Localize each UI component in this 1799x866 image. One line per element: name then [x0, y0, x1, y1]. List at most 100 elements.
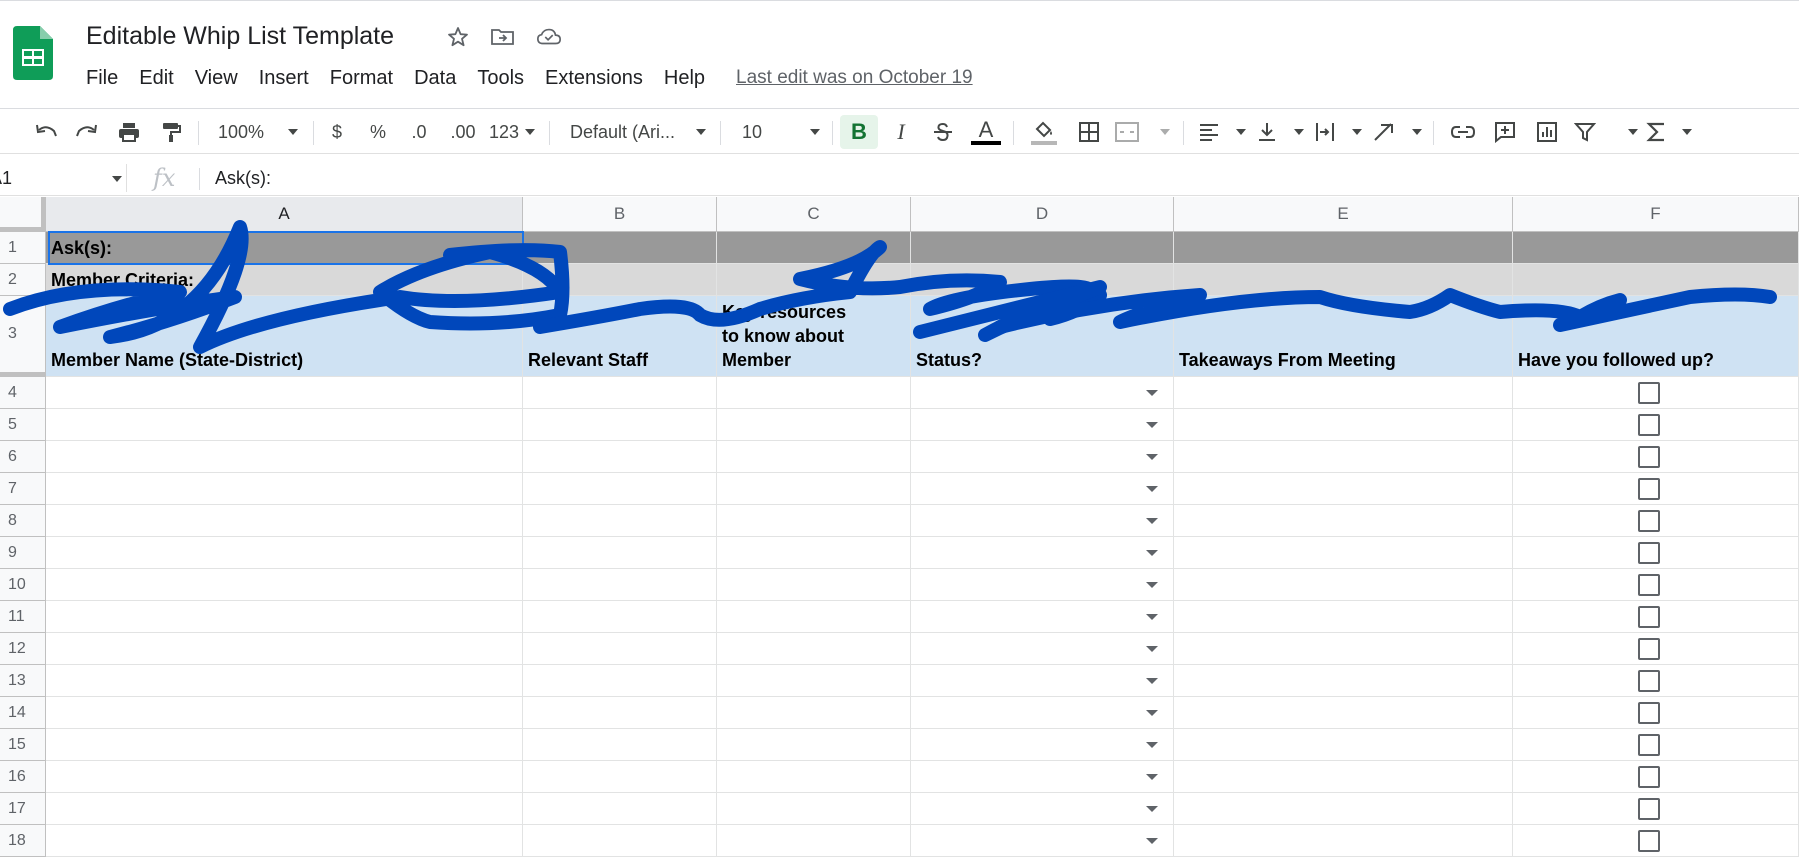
cell-b8[interactable]	[523, 505, 717, 537]
status-dropdown-icon[interactable]	[1146, 518, 1158, 524]
row-header-18[interactable]: 18	[0, 825, 46, 857]
cell-b15[interactable]	[523, 729, 717, 761]
cell-b5[interactable]	[523, 409, 717, 441]
paint-format-icon[interactable]	[155, 115, 187, 149]
followed-up-checkbox[interactable]	[1638, 830, 1660, 852]
menu-view[interactable]: View	[195, 67, 238, 90]
cell-row1[interactable]	[1174, 232, 1513, 264]
cell-e15[interactable]	[1174, 729, 1513, 761]
cell-b16[interactable]	[523, 761, 717, 793]
cell-b14[interactable]	[523, 697, 717, 729]
cell-a4[interactable]	[46, 377, 523, 409]
cell-c12[interactable]	[717, 633, 911, 665]
cell-row1[interactable]	[523, 232, 717, 264]
cell-e17[interactable]	[1174, 793, 1513, 825]
cell-f6[interactable]	[1513, 441, 1799, 473]
status-dropdown-icon[interactable]	[1146, 550, 1158, 556]
select-all-corner[interactable]	[0, 197, 46, 232]
menu-file[interactable]: File	[86, 67, 118, 90]
cell-e9[interactable]	[1174, 537, 1513, 569]
column-header-c[interactable]: C	[717, 197, 911, 232]
menu-help[interactable]: Help	[664, 67, 705, 90]
status-dropdown-icon[interactable]	[1146, 806, 1158, 812]
cell-f13[interactable]	[1513, 665, 1799, 697]
followed-up-checkbox[interactable]	[1638, 766, 1660, 788]
cell-a17[interactable]	[46, 793, 523, 825]
cell-a11[interactable]	[46, 601, 523, 633]
cell-a9[interactable]	[46, 537, 523, 569]
cell-e8[interactable]	[1174, 505, 1513, 537]
cell-row2[interactable]	[1513, 264, 1799, 296]
cell-b9[interactable]	[523, 537, 717, 569]
cell-d17[interactable]	[911, 793, 1174, 825]
header-relevant-staff[interactable]: Relevant Staff	[523, 296, 717, 377]
cell-b10[interactable]	[523, 569, 717, 601]
percent-format-button[interactable]: %	[363, 115, 393, 149]
followed-up-checkbox[interactable]	[1638, 510, 1660, 532]
cell-c6[interactable]	[717, 441, 911, 473]
cell-a1[interactable]: Ask(s):	[46, 232, 523, 264]
cell-b11[interactable]	[523, 601, 717, 633]
menu-extensions[interactable]: Extensions	[545, 67, 643, 90]
font-size-select[interactable]: 10	[738, 115, 824, 149]
cell-d18[interactable]	[911, 825, 1174, 857]
row-header-2[interactable]: 2	[0, 264, 46, 296]
cell-b13[interactable]	[523, 665, 717, 697]
followed-up-checkbox[interactable]	[1638, 414, 1660, 436]
cell-c14[interactable]	[717, 697, 911, 729]
cell-e12[interactable]	[1174, 633, 1513, 665]
cell-row1[interactable]	[717, 232, 911, 264]
status-dropdown-icon[interactable]	[1146, 678, 1158, 684]
cell-c4[interactable]	[717, 377, 911, 409]
cell-f5[interactable]	[1513, 409, 1799, 441]
cell-b18[interactable]	[523, 825, 717, 857]
header-status[interactable]: Status?	[911, 296, 1174, 377]
cell-f18[interactable]	[1513, 825, 1799, 857]
followed-up-checkbox[interactable]	[1638, 702, 1660, 724]
cell-e5[interactable]	[1174, 409, 1513, 441]
row-header-5[interactable]: 5	[0, 409, 46, 441]
status-dropdown-icon[interactable]	[1146, 710, 1158, 716]
cell-d12[interactable]	[911, 633, 1174, 665]
status-dropdown-icon[interactable]	[1146, 486, 1158, 492]
move-to-folder-icon[interactable]	[490, 24, 516, 50]
cell-a18[interactable]	[46, 825, 523, 857]
cell-d16[interactable]	[911, 761, 1174, 793]
followed-up-checkbox[interactable]	[1638, 606, 1660, 628]
cell-a10[interactable]	[46, 569, 523, 601]
header-followed-up[interactable]: Have you followed up?	[1513, 296, 1799, 377]
status-dropdown-icon[interactable]	[1146, 742, 1158, 748]
italic-button[interactable]: I	[884, 115, 918, 149]
header-member-name[interactable]: Member Name (State-District)	[46, 296, 523, 377]
star-icon[interactable]	[445, 24, 471, 50]
column-header-d[interactable]: D	[911, 197, 1174, 232]
cell-d6[interactable]	[911, 441, 1174, 473]
text-color-button[interactable]: A	[968, 115, 1004, 149]
cell-c16[interactable]	[717, 761, 911, 793]
filter-icon[interactable]	[1574, 115, 1638, 149]
menu-tools[interactable]: Tools	[477, 67, 524, 90]
cell-e16[interactable]	[1174, 761, 1513, 793]
formula-input[interactable]: Ask(s):	[215, 168, 271, 189]
text-wrapping-icon[interactable]	[1314, 115, 1362, 149]
zoom-select[interactable]: 100%	[212, 115, 304, 149]
cell-c13[interactable]	[717, 665, 911, 697]
cell-e11[interactable]	[1174, 601, 1513, 633]
increase-decimal-button[interactable]: .00	[445, 115, 481, 149]
insert-comment-icon[interactable]	[1488, 115, 1522, 149]
menu-insert[interactable]: Insert	[259, 67, 309, 90]
cell-row2[interactable]	[911, 264, 1174, 296]
row-header-15[interactable]: 15	[0, 729, 46, 761]
row-header-17[interactable]: 17	[0, 793, 46, 825]
column-header-f[interactable]: F	[1513, 197, 1799, 232]
cell-e13[interactable]	[1174, 665, 1513, 697]
cell-c8[interactable]	[717, 505, 911, 537]
cell-a13[interactable]	[46, 665, 523, 697]
cell-c7[interactable]	[717, 473, 911, 505]
menu-data[interactable]: Data	[414, 67, 456, 90]
row-header-4[interactable]: 4	[0, 377, 46, 409]
cell-f9[interactable]	[1513, 537, 1799, 569]
followed-up-checkbox[interactable]	[1638, 574, 1660, 596]
cell-f15[interactable]	[1513, 729, 1799, 761]
row-header-11[interactable]: 11	[0, 601, 46, 633]
